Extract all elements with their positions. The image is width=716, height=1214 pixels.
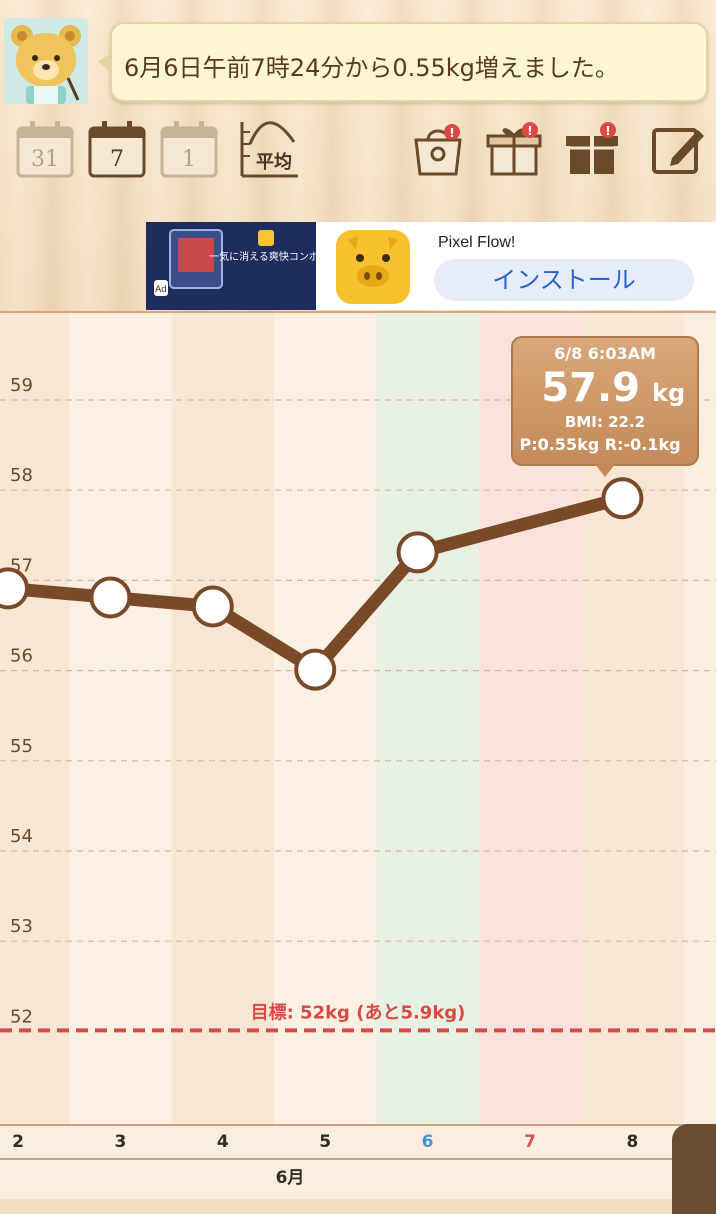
ad-title: Pixel Flow! [438, 234, 516, 251]
weight-chart[interactable]: 5958575655545352 目標: 52kg (あと5.9kg) 2345… [0, 311, 716, 1199]
month-view-button[interactable]: 31 [14, 118, 76, 180]
bear-icon [11, 25, 81, 104]
present-button[interactable]: ! [562, 118, 624, 180]
svg-text:!: ! [449, 126, 454, 140]
day-band [0, 313, 70, 1125]
calendar-week-icon: 7 [88, 121, 146, 178]
x-tick-label: 2 [12, 1132, 24, 1152]
ad-banner[interactable]: 一気に消える爽快コンボ! Ad Pixel Flow! インストール [146, 222, 716, 310]
present-icon: ! [566, 122, 618, 174]
tooltip-unit: kg [652, 379, 685, 407]
ad-image-text: 一気に消える爽快コンボ! [209, 250, 316, 263]
y-tick-label: 54 [10, 826, 33, 847]
y-tick-label: 52 [10, 1006, 33, 1027]
x-tick-label: 3 [114, 1132, 126, 1152]
scroll-handle[interactable] [672, 1124, 716, 1214]
tooltip-weight: 57.9 [541, 365, 640, 411]
data-point[interactable] [601, 477, 644, 520]
cal31-label: 31 [31, 147, 59, 172]
pig-icon [336, 230, 410, 304]
tooltip-diffs: P:0.55kg R:-0.1kg [519, 435, 680, 454]
month-label: 6月 [275, 1168, 305, 1188]
tooltip-datetime: 6/8 6:03AM [554, 344, 656, 363]
message-bubble: 6月6日午前7時24分から0.55kg増えました。 [98, 22, 708, 102]
svg-text:!: ! [527, 124, 532, 138]
bag-button[interactable]: ! [408, 118, 470, 180]
edit-icon [652, 128, 704, 174]
calendar-month-icon: 31 [16, 121, 74, 178]
y-tick-label: 56 [10, 646, 33, 667]
y-tick-label: 55 [10, 736, 33, 757]
install-button[interactable]: インストール [434, 259, 694, 301]
day-band [69, 313, 172, 1125]
edit-button[interactable] [648, 118, 710, 180]
data-point[interactable] [191, 585, 234, 628]
average-icon: 平均 [240, 121, 298, 178]
message-text: 6月6日午前7時24分から0.55kg増えました。 [124, 54, 619, 82]
cal1-label: 1 [182, 147, 196, 172]
x-tick-label: 4 [217, 1132, 229, 1152]
x-tick-label: 6 [422, 1132, 434, 1152]
gift-box-icon: ! [486, 122, 542, 176]
week-view-button[interactable]: 7 [86, 118, 148, 180]
avatar[interactable] [4, 18, 88, 104]
day-view-button[interactable]: 1 [158, 118, 220, 180]
y-tick-label: 58 [10, 465, 33, 486]
ad-image[interactable]: 一気に消える爽快コンボ! Ad [146, 222, 323, 310]
gift-box-button[interactable]: ! [484, 118, 546, 180]
average-button[interactable]: 平均 [238, 118, 302, 180]
tooltip-bmi: BMI: 22.2 [565, 413, 645, 431]
x-tick-label: 8 [626, 1132, 638, 1152]
data-point[interactable] [89, 576, 132, 619]
x-tick-label: 5 [319, 1132, 331, 1152]
svg-text:!: ! [605, 124, 610, 138]
x-tick-label: 7 [524, 1132, 536, 1152]
data-point[interactable] [396, 531, 439, 574]
data-point[interactable] [0, 567, 29, 610]
goal-label: 目標: 52kg (あと5.9kg) [251, 1001, 466, 1023]
average-label: 平均 [256, 151, 292, 173]
calendar-day-icon: 1 [160, 121, 218, 178]
cal7-label: 7 [110, 147, 124, 172]
data-tooltip[interactable]: 6/8 6:03AM 57.9 kg BMI: 22.2 P:0.55kg R:… [511, 336, 699, 477]
y-tick-label: 59 [10, 375, 33, 396]
header: 6月6日午前7時24分から0.55kg増えました。 31 7 1 平均 ! ! … [0, 0, 716, 312]
y-tick-label: 53 [10, 916, 33, 937]
bag-icon: ! [414, 124, 462, 176]
app-icon[interactable] [336, 230, 410, 304]
ad-badge: Ad [155, 285, 167, 295]
data-point[interactable] [294, 648, 337, 691]
